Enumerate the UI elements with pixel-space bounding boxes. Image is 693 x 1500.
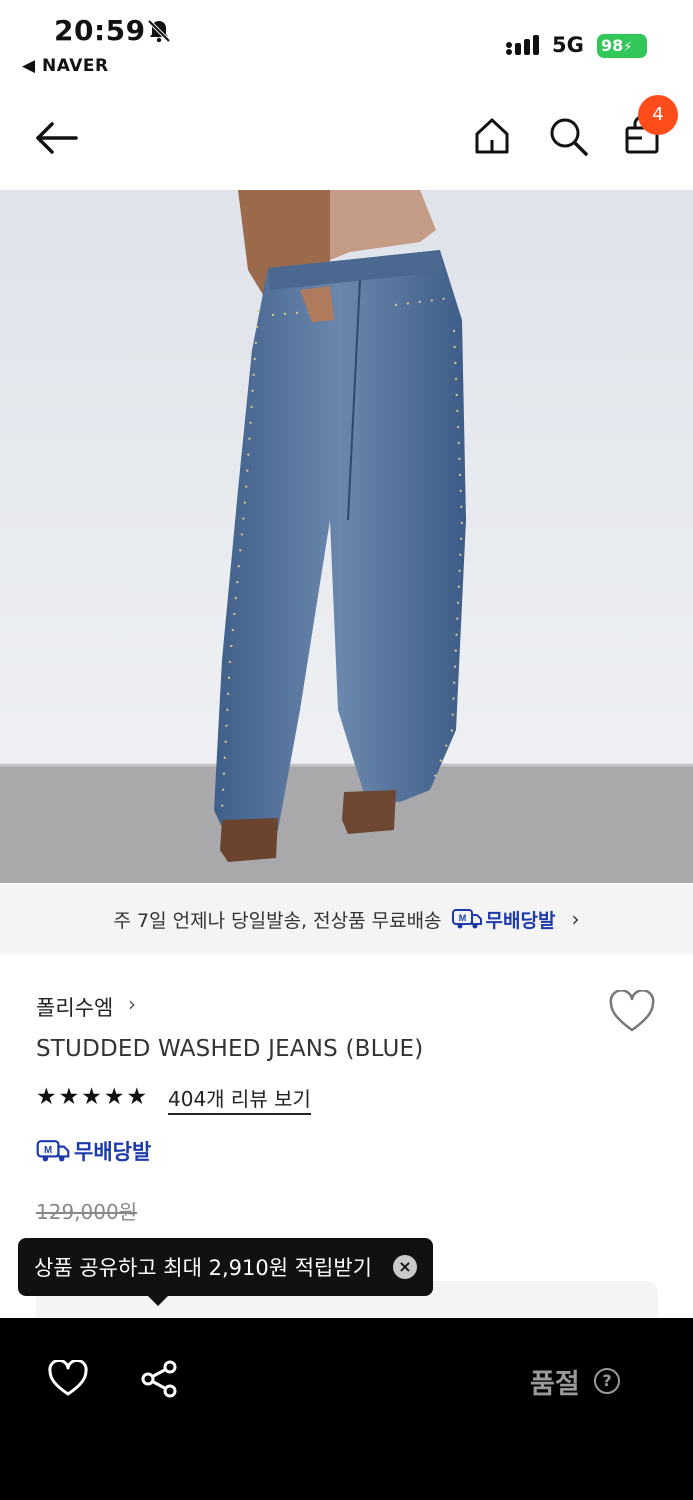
chevron-right-icon: › [571, 907, 580, 931]
close-icon[interactable]: × [393, 1255, 417, 1279]
search-icon[interactable] [546, 114, 590, 158]
free-delivery-label: 무배당발 [485, 909, 556, 932]
charging-icon: ⚡ [623, 40, 633, 55]
signal-icon [506, 35, 539, 55]
bottom-action-bar: 품절 ? [0, 1318, 693, 1500]
share-reward-tooltip[interactable]: 상품 공유하고 최대 2,910원 적립받기 × [18, 1238, 433, 1306]
product-image[interactable] [0, 190, 693, 883]
banner-text: 주 7일 언제나 당일발송, 전상품 무료배송 [113, 909, 442, 932]
review-link[interactable]: 404개 리뷰 보기 [168, 1083, 311, 1115]
original-price: 129,000원 [36, 1200, 138, 1224]
back-arrow-icon[interactable] [32, 116, 80, 160]
heart-icon[interactable] [48, 1360, 88, 1398]
delivery-banner[interactable]: 주 7일 언제나 당일발송, 전상품 무료배송 M 무배당발 › [0, 884, 693, 954]
back-to-app-link[interactable]: ◀ NAVER [22, 56, 109, 76]
brand-link[interactable]: 폴리수엠 [36, 992, 113, 1022]
wishlist-heart-icon[interactable] [608, 990, 656, 1034]
top-navigation [0, 96, 693, 186]
product-title: STUDDED WASHED JEANS (BLUE) [36, 1036, 424, 1062]
star-icon: ★ [58, 1084, 80, 1110]
rating-stars: ★ ★ ★ ★ ★ [36, 1084, 147, 1110]
share-icon[interactable] [140, 1360, 178, 1398]
jeans-photo [0, 190, 693, 883]
bell-muted-icon [147, 19, 171, 43]
network-type: 5G [552, 33, 584, 57]
star-icon: ★ [81, 1084, 102, 1110]
chevron-right-icon: › [128, 992, 136, 1016]
svg-text:M: M [44, 1145, 52, 1156]
status-bar: 20:59 ◀ NAVER 5G 98⚡ [0, 0, 693, 90]
star-icon: ★ [36, 1084, 57, 1110]
tooltip-tail [148, 1296, 168, 1306]
star-icon: ★ [103, 1084, 125, 1110]
free-delivery-tag: M 무배당발 [36, 1136, 151, 1166]
cart-count-badge: 4 [638, 95, 678, 135]
battery-level: 98 [601, 36, 624, 55]
tooltip-text: 상품 공유하고 최대 2,910원 적립받기 [34, 1256, 372, 1280]
home-icon[interactable] [470, 114, 514, 158]
delivery-truck-icon: M [36, 1140, 70, 1162]
status-time: 20:59 [54, 14, 146, 47]
sold-out-status: 품절 [530, 1369, 580, 1400]
help-icon[interactable]: ? [594, 1368, 620, 1394]
delivery-truck-icon: M [451, 909, 482, 929]
free-delivery-label: 무배당발 [74, 1140, 152, 1164]
svg-text:M: M [458, 913, 466, 923]
battery-indicator: 98⚡ [597, 34, 647, 58]
free-delivery-tag: M 무배당발 [451, 906, 556, 933]
star-icon: ★ [126, 1084, 148, 1110]
